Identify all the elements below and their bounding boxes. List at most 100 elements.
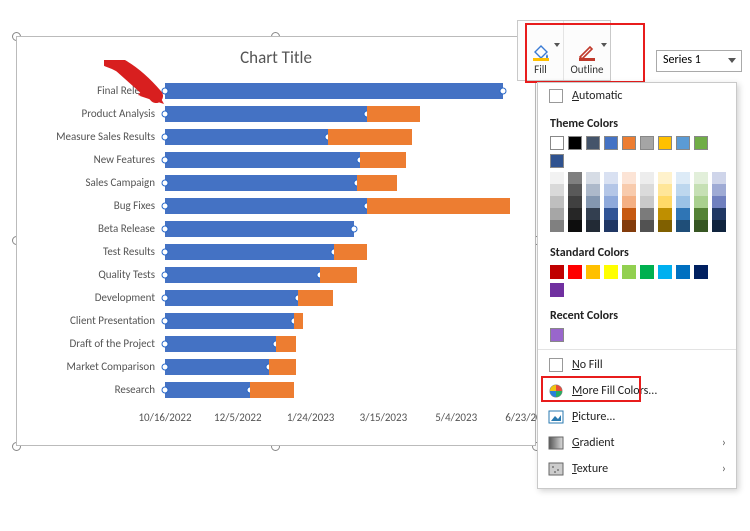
series2-bar[interactable] [250, 382, 294, 398]
series2-bar[interactable] [360, 152, 406, 168]
texture-fill[interactable]: Texture › [538, 456, 736, 482]
color-swatch[interactable] [658, 184, 672, 196]
color-swatch[interactable] [712, 196, 726, 208]
series2-bar[interactable] [357, 175, 397, 191]
series1-bar[interactable] [165, 221, 354, 237]
color-swatch[interactable] [604, 184, 618, 196]
y-axis-label[interactable]: Draft of the Project [17, 336, 155, 352]
bar-handle[interactable] [162, 180, 169, 187]
color-swatch[interactable] [694, 136, 708, 150]
gradient-fill[interactable]: Gradient › [538, 430, 736, 456]
color-swatch[interactable] [550, 220, 564, 232]
color-swatch[interactable] [604, 265, 618, 279]
color-swatch[interactable] [604, 172, 618, 184]
bar-handle[interactable] [162, 387, 169, 394]
color-swatch[interactable] [658, 136, 672, 150]
color-swatch[interactable] [694, 196, 708, 208]
color-swatch[interactable] [550, 265, 564, 279]
series2-bar[interactable] [328, 129, 413, 145]
color-swatch[interactable] [622, 184, 636, 196]
picture-fill[interactable]: Picture... [538, 404, 736, 430]
y-axis-label[interactable]: New Features [17, 152, 155, 168]
color-swatch[interactable] [550, 136, 564, 150]
y-axis-label[interactable]: Bug Fixes [17, 198, 155, 214]
y-axis-label[interactable]: Market Comparison [17, 359, 155, 375]
color-swatch[interactable] [712, 208, 726, 220]
y-axis-label[interactable]: Test Results [17, 244, 155, 260]
color-swatch[interactable] [568, 136, 582, 150]
color-swatch[interactable] [676, 208, 690, 220]
bar-handle[interactable] [162, 249, 169, 256]
series2-bar[interactable] [276, 336, 297, 352]
color-swatch[interactable] [640, 184, 654, 196]
y-axis-label[interactable]: Sales Campaign [17, 175, 155, 191]
y-axis-label[interactable]: Quality Tests [17, 267, 155, 283]
color-swatch[interactable] [550, 196, 564, 208]
color-swatch[interactable] [676, 265, 690, 279]
series1-bar[interactable] [165, 313, 294, 329]
color-swatch[interactable] [604, 208, 618, 220]
color-swatch[interactable] [550, 184, 564, 196]
color-swatch[interactable] [694, 208, 708, 220]
series2-bar[interactable] [367, 106, 420, 122]
series1-bar[interactable] [165, 290, 298, 306]
bar-handle[interactable] [162, 157, 169, 164]
color-swatch[interactable] [640, 136, 654, 150]
bar-handle[interactable] [162, 134, 169, 141]
bar-handle[interactable] [162, 272, 169, 279]
bar-handle[interactable] [162, 318, 169, 325]
bar-handle[interactable] [162, 295, 169, 302]
color-swatch[interactable] [676, 220, 690, 232]
color-swatch[interactable] [568, 172, 582, 184]
bar-handle[interactable] [162, 203, 169, 210]
color-swatch[interactable] [550, 154, 564, 168]
series2-bar[interactable] [298, 290, 333, 306]
color-swatch[interactable] [712, 184, 726, 196]
color-swatch[interactable] [586, 196, 600, 208]
color-swatch[interactable] [622, 220, 636, 232]
series1-bar[interactable] [165, 129, 328, 145]
color-swatch[interactable] [586, 220, 600, 232]
chart-area[interactable]: Chart Title 10/16/202212/5/20221/24/2023… [16, 36, 536, 446]
color-swatch[interactable] [568, 208, 582, 220]
color-swatch[interactable] [640, 196, 654, 208]
y-axis-label[interactable]: Client Presentation [17, 313, 155, 329]
color-swatch[interactable] [658, 172, 672, 184]
outline-button[interactable]: Outline [564, 21, 610, 80]
color-swatch[interactable] [586, 208, 600, 220]
color-swatch[interactable] [676, 136, 690, 150]
color-swatch[interactable] [676, 196, 690, 208]
automatic-fill[interactable]: Automatic [538, 83, 736, 109]
color-swatch[interactable] [640, 220, 654, 232]
series1-bar[interactable] [165, 106, 367, 122]
color-swatch[interactable] [640, 172, 654, 184]
color-swatch[interactable] [604, 136, 618, 150]
no-fill-option[interactable]: No Fill [538, 349, 736, 378]
color-swatch[interactable] [712, 172, 726, 184]
series1-bar[interactable] [165, 336, 276, 352]
color-swatch[interactable] [676, 172, 690, 184]
bar-handle[interactable] [162, 226, 169, 233]
series1-bar[interactable] [165, 382, 250, 398]
bar-handle[interactable] [500, 88, 507, 95]
color-swatch[interactable] [622, 196, 636, 208]
series1-bar[interactable] [165, 267, 320, 283]
fill-button[interactable]: Fill [518, 21, 564, 80]
color-swatch[interactable] [622, 208, 636, 220]
series1-bar[interactable] [165, 359, 269, 375]
color-swatch[interactable] [550, 172, 564, 184]
y-axis-label[interactable]: Research [17, 382, 155, 398]
series2-bar[interactable] [367, 198, 510, 214]
color-swatch[interactable] [568, 184, 582, 196]
color-swatch[interactable] [586, 265, 600, 279]
color-swatch[interactable] [568, 196, 582, 208]
y-axis-label[interactable]: Beta Release [17, 221, 155, 237]
series2-bar[interactable] [269, 359, 296, 375]
color-swatch[interactable] [658, 208, 672, 220]
color-swatch[interactable] [658, 196, 672, 208]
series1-bar[interactable] [165, 198, 367, 214]
series1-bar[interactable] [165, 152, 360, 168]
color-swatch[interactable] [694, 172, 708, 184]
color-swatch[interactable] [586, 136, 600, 150]
color-swatch[interactable] [622, 136, 636, 150]
